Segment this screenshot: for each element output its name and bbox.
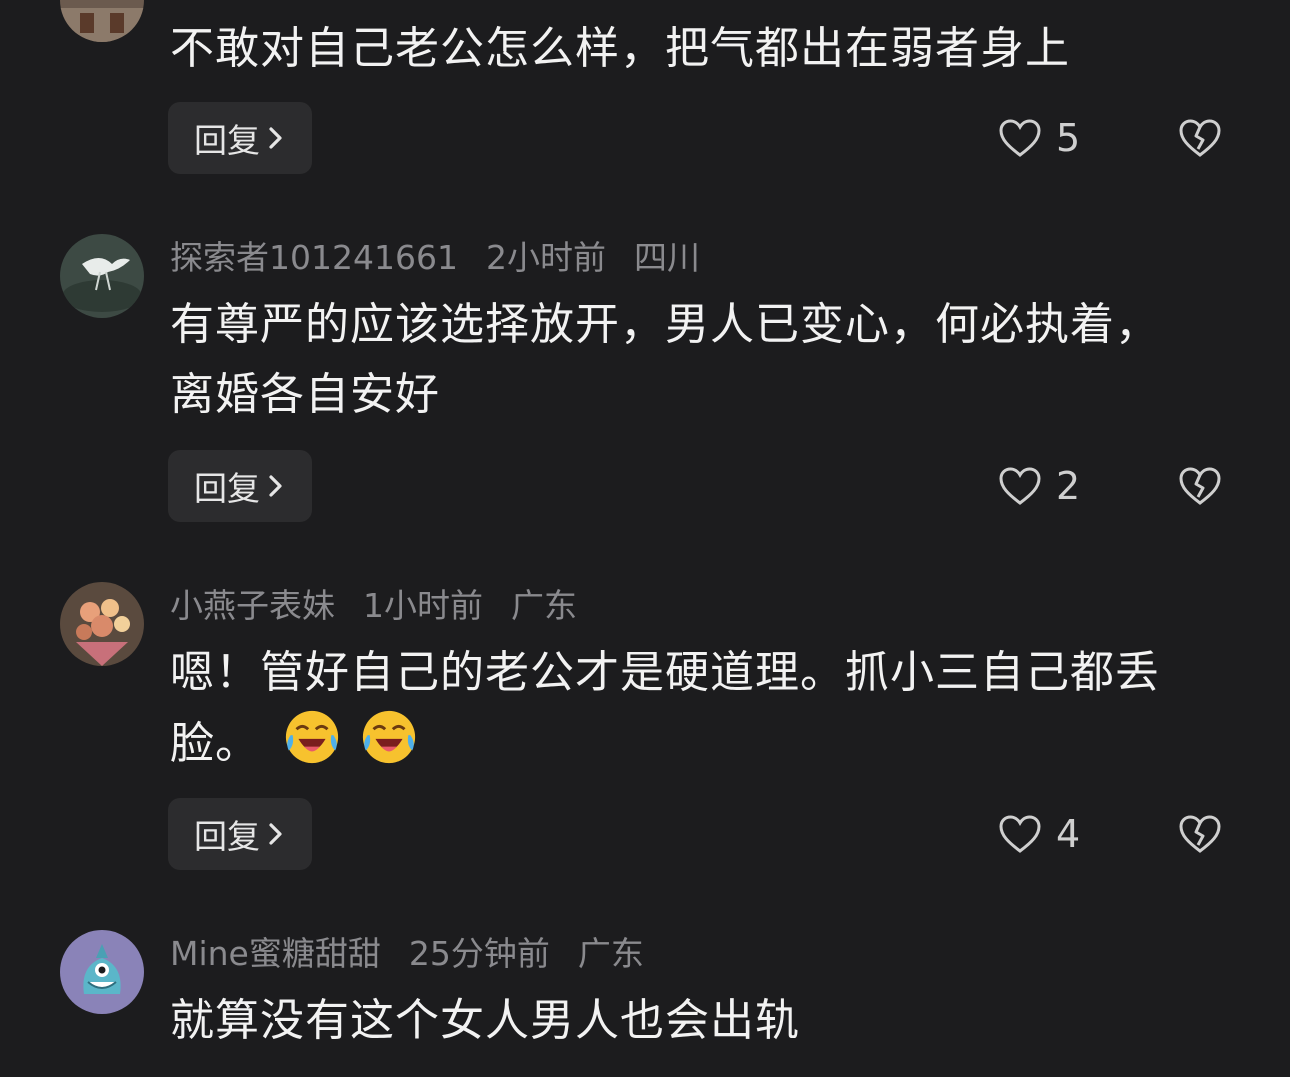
reply-button[interactable]: 回复	[168, 450, 312, 522]
heart-outline-icon	[999, 119, 1041, 157]
timestamp: 2小时前	[485, 238, 606, 277]
comment-text-line: 有尊严的应该选择放开，男人已变心，何必执着，	[170, 299, 1160, 350]
username[interactable]: Mine蜜糖甜甜	[170, 934, 381, 973]
avatar[interactable]	[60, 234, 144, 318]
timestamp: 1小时前	[363, 586, 483, 625]
laughing-crying-emoji	[285, 710, 339, 764]
comment-text-line: 嗯！管好自己的老公才是硬道理。抓小三自己都丢	[170, 647, 1160, 698]
broken-heart-icon	[1179, 467, 1221, 505]
laughing-crying-emoji	[362, 710, 416, 764]
comment-text: 有尊严的应该选择放开，男人已变心，何必执着， 离婚各自安好	[170, 290, 1240, 430]
comment-text-line-2: 脸。	[170, 708, 1240, 779]
like-count: 2	[1056, 464, 1081, 508]
heart-outline-icon	[999, 815, 1041, 853]
reply-label: 回复	[194, 121, 260, 160]
timestamp: 25分钟前	[408, 934, 550, 973]
reply-button[interactable]: 回复	[168, 102, 312, 174]
heart-outline-icon	[999, 467, 1041, 505]
comment-text: 嗯！管好自己的老公才是硬道理。抓小三自己都丢 脸。	[170, 638, 1240, 779]
location: 广东	[511, 586, 577, 625]
location: 广东	[577, 934, 644, 973]
username[interactable]: 探索者101241661	[170, 238, 458, 277]
broken-heart-icon	[1179, 119, 1221, 157]
like-count: 4	[1056, 812, 1081, 856]
dislike-button[interactable]	[1176, 450, 1224, 522]
avatar[interactable]	[60, 0, 144, 42]
comment-text-line: 脸。	[170, 718, 260, 769]
chevron-right-icon	[269, 127, 282, 149]
like-button[interactable]: 4	[998, 798, 1080, 870]
comment-text-line: 离婚各自安好	[170, 369, 440, 420]
avatar[interactable]	[60, 582, 144, 666]
reply-label: 回复	[194, 817, 260, 856]
comment-text: 就算没有这个女人男人也会出轨	[170, 995, 800, 1046]
like-button[interactable]: 2	[998, 450, 1080, 522]
reply-label: 回复	[194, 469, 260, 508]
dislike-button[interactable]	[1176, 798, 1224, 870]
broken-heart-icon	[1179, 815, 1221, 853]
like-button[interactable]: 5	[998, 102, 1080, 174]
chevron-right-icon	[269, 823, 282, 845]
dislike-button[interactable]	[1176, 102, 1224, 174]
username[interactable]: 小燕子表妹	[170, 586, 335, 625]
chevron-right-icon	[269, 475, 282, 497]
location: 四川	[633, 238, 700, 277]
reply-button[interactable]: 回复	[168, 798, 312, 870]
avatar[interactable]	[60, 930, 144, 1014]
like-count: 5	[1056, 116, 1081, 160]
comment-meta: 探索者101241661 2小时前 四川	[170, 236, 728, 280]
comment-list: 不敢对自己老公怎么样，把气都出在弱者身上 回复 5 探索者101241661 2小…	[0, 0, 1290, 1077]
comment-text: 不敢对自己老公怎么样，把气都出在弱者身上	[170, 23, 1070, 74]
comment-meta: 小燕子表妹 1小时前 广东	[170, 584, 605, 628]
comment-meta: Mine蜜糖甜甜 25分钟前 广东	[170, 932, 672, 976]
